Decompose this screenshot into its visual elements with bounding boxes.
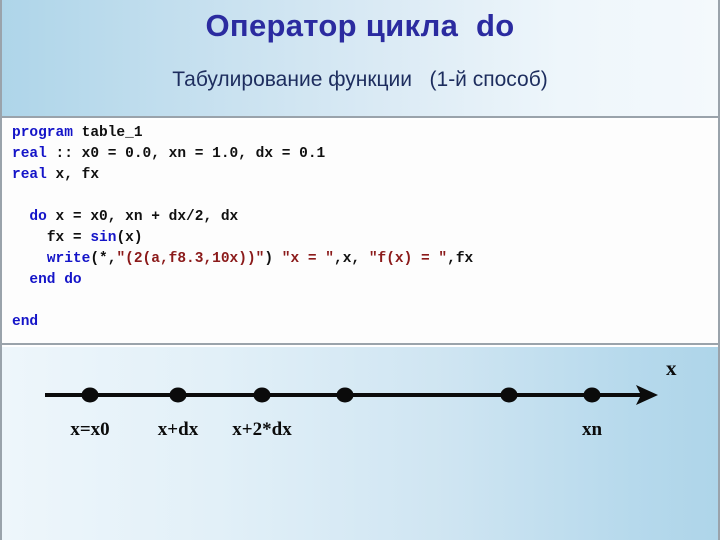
slide-header: Оператор цикла do Табулирование функции … (0, 0, 720, 118)
code-token-kw: real (12, 167, 47, 183)
code-line: real x, fx (12, 165, 473, 186)
tick-label: xn (581, 419, 603, 440)
code-line: do x = x0, xn + dx/2, dx (12, 207, 473, 228)
code-token-kw: sin (90, 230, 117, 246)
number-line-svg (45, 385, 658, 405)
code-token-kw: end do (29, 272, 82, 288)
code-token-kw: program (12, 125, 73, 141)
axis-label-x: x (666, 356, 677, 380)
code-token-pl: (x) (116, 230, 143, 246)
code-token-pl: ,fx (447, 251, 474, 267)
axis-point (500, 387, 518, 403)
code-token-pl: fx = (46, 230, 91, 246)
code-token-kw: do (29, 209, 47, 225)
code-token-pl: x = x0, xn + dx/2, dx (46, 209, 239, 225)
code-panel: program table_1 real :: x0 = 0.0, xn = 1.… (0, 120, 720, 345)
tick-label: x+2*dx (232, 419, 292, 440)
page-title: Оператор цикла do (205, 8, 515, 43)
axis-point (169, 387, 187, 403)
code-token-kw: end (12, 314, 39, 330)
code-line: end do (12, 270, 473, 291)
code-token-kw: write (46, 251, 91, 267)
code-line: write(*,"(2(a,f8.3,10x))") "x = ",x, "f(… (12, 249, 473, 270)
code-token-str: "f(x) = " (368, 251, 448, 267)
code-token-pl: :: x0 = 0.0, xn = 1.0, dx = 0.1 (46, 146, 326, 162)
code-line: end (12, 312, 473, 333)
fortran-code-listing: program table_1 real :: x0 = 0.0, xn = 1.… (12, 123, 473, 333)
page-subtitle: Табулирование функции (1-й способ) (172, 68, 548, 91)
code-token-kw: real (12, 146, 47, 162)
code-token-pl: ,x, (334, 251, 369, 267)
code-token-pl: x, fx (46, 167, 100, 183)
axis-point (583, 387, 601, 403)
axis-point (336, 387, 354, 403)
code-line: fx = sin(x) (12, 228, 473, 249)
code-token-pl: table_1 (72, 125, 143, 141)
code-line: program table_1 (12, 123, 473, 144)
number-line-diagram: x=x0 x+dx x+2*dx xn x (0, 347, 720, 540)
axis-point (253, 387, 271, 403)
code-token-pl: (*, (90, 251, 117, 267)
code-token-str: "(2(a,f8.3,10x))" (116, 251, 265, 267)
axis-point (81, 387, 99, 403)
code-token-pl: ) (264, 251, 282, 267)
code-line: real :: x0 = 0.0, xn = 1.0, dx = 0.1 (12, 144, 473, 165)
code-token-str: "x = " (281, 251, 334, 267)
slide-edge-left (0, 0, 2, 540)
slide: Оператор цикла do Табулирование функции … (0, 0, 720, 540)
